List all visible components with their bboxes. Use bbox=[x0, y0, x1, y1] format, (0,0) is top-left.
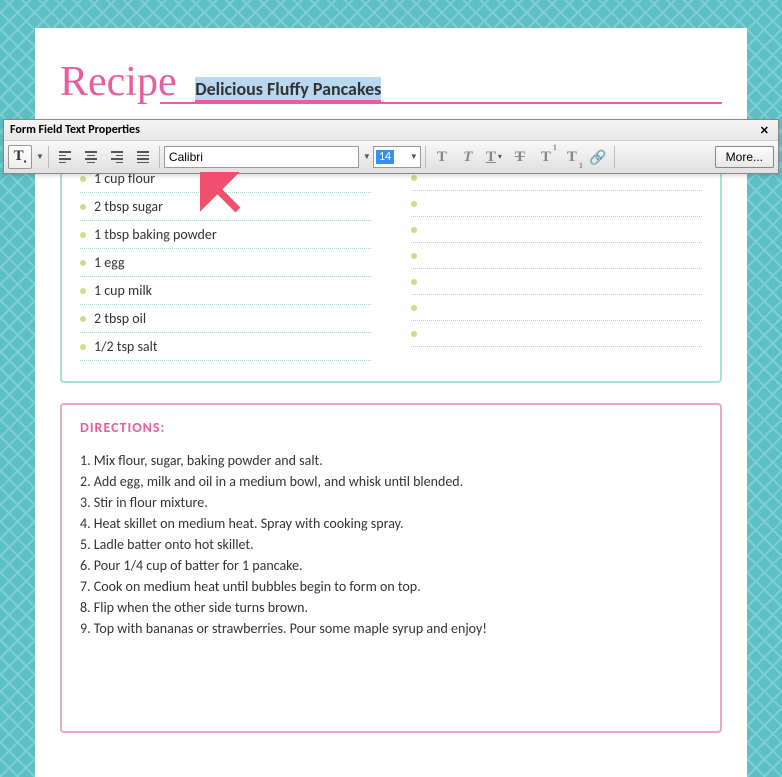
ingredient-text: 1 egg bbox=[94, 254, 125, 271]
toolbar-row: T▪ ▼ ▼ 14 ▼ T T T▾ T T1 T1 🔗 More... bbox=[4, 141, 778, 173]
bullet-icon bbox=[80, 260, 86, 266]
bold-button[interactable]: T bbox=[430, 145, 454, 169]
italic-t-icon: T bbox=[463, 149, 472, 166]
direction-line[interactable]: 4. Heat skillet on medium heat. Spray wi… bbox=[80, 513, 702, 534]
subscript-button[interactable]: T1 bbox=[560, 145, 584, 169]
bullet-icon bbox=[411, 331, 417, 337]
ingredients-col-left: 1 cup flour 2 tbsp sugar 1 tbsp baking p… bbox=[80, 165, 371, 361]
bullet-icon bbox=[411, 201, 417, 207]
bold-t-icon: T bbox=[437, 149, 447, 166]
ingredient-text: 1 tbsp baking powder bbox=[94, 226, 217, 243]
title-underline bbox=[160, 102, 722, 104]
link-icon: 🔗 bbox=[589, 149, 606, 166]
align-right-button[interactable] bbox=[105, 145, 129, 169]
more-button[interactable]: More... bbox=[715, 146, 774, 168]
bullet-icon bbox=[411, 175, 417, 181]
italic-button[interactable]: T bbox=[456, 145, 480, 169]
direction-line[interactable]: 3. Stir in flour mixture. bbox=[80, 492, 702, 513]
chevron-down-icon[interactable]: ▼ bbox=[36, 152, 44, 162]
ingredient-row[interactable]: 1 cup milk bbox=[80, 277, 371, 305]
align-left-icon bbox=[59, 151, 71, 163]
ingredient-row[interactable] bbox=[411, 295, 702, 321]
bullet-icon bbox=[411, 227, 417, 233]
page-title: Recipe bbox=[60, 58, 177, 106]
direction-line[interactable]: 2. Add egg, milk and oil in a medium bow… bbox=[80, 471, 702, 492]
separator bbox=[48, 146, 49, 168]
directions-heading: DIRECTIONS: bbox=[80, 419, 702, 436]
text-tool-button[interactable]: T▪ bbox=[8, 145, 32, 169]
ingredient-row[interactable]: 1 egg bbox=[80, 249, 371, 277]
toolbar-titlebar[interactable]: Form Field Text Properties ✕ bbox=[4, 120, 778, 141]
ingredient-row[interactable]: 1 tbsp baking powder bbox=[80, 221, 371, 249]
chevron-down-icon: ▼ bbox=[410, 152, 418, 162]
align-justify-icon bbox=[137, 151, 149, 163]
separator bbox=[159, 146, 160, 168]
ingredient-row[interactable] bbox=[411, 191, 702, 217]
ingredient-row[interactable] bbox=[411, 269, 702, 295]
ingredient-row[interactable]: 1/2 tsp salt bbox=[80, 333, 371, 361]
underline-t-icon: T bbox=[486, 149, 496, 166]
strike-t-icon: T bbox=[515, 149, 525, 166]
bullet-icon bbox=[80, 316, 86, 322]
direction-line[interactable]: 7. Cook on medium heat until bubbles beg… bbox=[80, 576, 702, 597]
chevron-down-icon: ▾ bbox=[498, 152, 502, 162]
subscript-t-icon: T1 bbox=[567, 149, 577, 166]
ingredient-text: 2 tbsp oil bbox=[94, 310, 146, 327]
bullet-icon bbox=[80, 344, 86, 350]
align-center-icon bbox=[85, 151, 97, 163]
close-icon[interactable]: ✕ bbox=[757, 124, 772, 137]
separator bbox=[425, 146, 426, 168]
align-left-button[interactable] bbox=[53, 145, 77, 169]
chevron-down-icon[interactable]: ▼ bbox=[363, 152, 371, 162]
font-family-select[interactable] bbox=[164, 146, 359, 168]
separator bbox=[614, 146, 615, 168]
text-t-icon: T▪ bbox=[14, 148, 27, 166]
font-size-select[interactable]: 14 ▼ bbox=[373, 146, 421, 168]
ingredient-row[interactable]: 2 tbsp oil bbox=[80, 305, 371, 333]
bullet-icon bbox=[80, 232, 86, 238]
strikethrough-button[interactable]: T bbox=[508, 145, 532, 169]
bullet-icon bbox=[411, 305, 417, 311]
direction-line[interactable]: 5. Ladle batter onto hot skillet. bbox=[80, 534, 702, 555]
align-right-icon bbox=[111, 151, 123, 163]
ingredient-row[interactable] bbox=[411, 217, 702, 243]
toolbar-title-text: Form Field Text Properties bbox=[10, 123, 140, 137]
ingredient-text: 1/2 tsp salt bbox=[94, 338, 158, 355]
direction-line[interactable]: 9. Top with bananas or strawberries. Pou… bbox=[80, 618, 702, 639]
hyperlink-button[interactable]: 🔗 bbox=[586, 145, 610, 169]
superscript-button[interactable]: T1 bbox=[534, 145, 558, 169]
bullet-icon bbox=[411, 279, 417, 285]
ingredient-row[interactable] bbox=[411, 321, 702, 347]
form-field-text-properties-toolbar: Form Field Text Properties ✕ T▪ ▼ ▼ 14 ▼… bbox=[3, 119, 779, 174]
direction-line[interactable]: 1. Mix flour, sugar, baking powder and s… bbox=[80, 450, 702, 471]
ingredient-row[interactable] bbox=[411, 243, 702, 269]
ingredient-text: 1 cup milk bbox=[94, 282, 152, 299]
bullet-icon bbox=[80, 204, 86, 210]
superscript-t-icon: T1 bbox=[541, 149, 551, 166]
recipe-name-field[interactable]: Delicious Fluffy Pancakes bbox=[195, 77, 381, 102]
bullet-icon bbox=[80, 176, 86, 182]
ingredients-col-right bbox=[411, 165, 702, 361]
align-center-button[interactable] bbox=[79, 145, 103, 169]
underline-button[interactable]: T▾ bbox=[482, 145, 506, 169]
title-row: Recipe Delicious Fluffy Pancakes bbox=[60, 58, 722, 104]
ingredient-text: 2 tbsp sugar bbox=[94, 198, 163, 215]
direction-line[interactable]: 8. Flip when the other side turns brown. bbox=[80, 597, 702, 618]
font-size-value: 14 bbox=[376, 150, 394, 164]
ingredient-row[interactable]: 2 tbsp sugar bbox=[80, 193, 371, 221]
directions-section: DIRECTIONS: 1. Mix flour, sugar, baking … bbox=[60, 403, 722, 733]
align-justify-button[interactable] bbox=[131, 145, 155, 169]
bullet-icon bbox=[411, 253, 417, 259]
direction-line[interactable]: 6. Pour 1/4 cup of batter for 1 pancake. bbox=[80, 555, 702, 576]
bullet-icon bbox=[80, 288, 86, 294]
